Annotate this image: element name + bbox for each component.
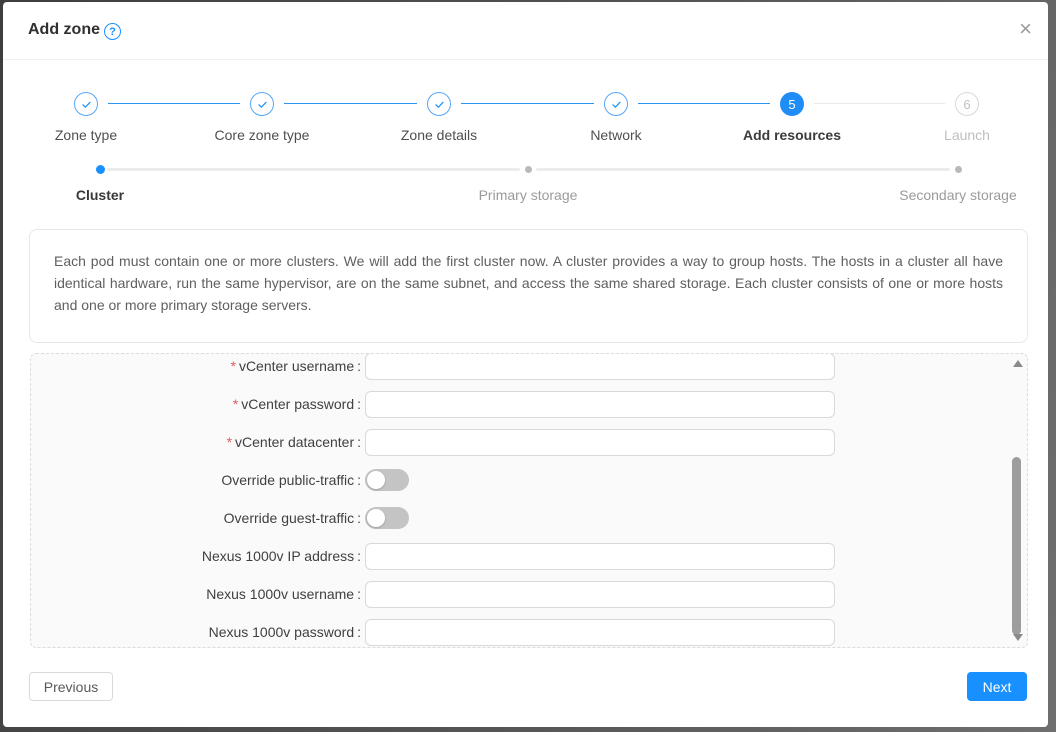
- step-check-icon: [74, 92, 98, 116]
- form-scrollbar[interactable]: [1011, 357, 1024, 644]
- field-label-text: Nexus 1000v username: [206, 586, 354, 602]
- substep-connector-line: [536, 168, 950, 171]
- label-colon: :: [357, 396, 361, 412]
- cluster-form-scroll-area: *vCenter username:*vCenter password:*vCe…: [30, 353, 1028, 648]
- field-label-nexus-1000v-password: Nexus 1000v password:: [31, 624, 361, 640]
- step-label: Zone type: [55, 127, 117, 143]
- field-label-text: Nexus 1000v IP address: [202, 548, 354, 564]
- nexus-1000v-username-input[interactable]: [365, 581, 835, 608]
- field-label-text: Nexus 1000v password: [209, 624, 355, 640]
- substep-dot-cluster: [96, 165, 105, 174]
- substep-dot-primary-storage: [525, 166, 532, 173]
- step-item-zone-type: Zone type: [6, 92, 166, 143]
- field-label-vcenter-datacenter: *vCenter datacenter:: [31, 434, 361, 450]
- step-check-icon: [427, 92, 451, 116]
- step-item-launch: 6 Launch: [887, 92, 1047, 143]
- step-item-add-resources: 5 Add resources: [712, 92, 872, 143]
- label-colon: :: [357, 510, 361, 526]
- required-mark: *: [230, 358, 235, 374]
- substep-label-secondary-storage: Secondary storage: [848, 187, 1056, 203]
- required-mark: *: [227, 434, 232, 450]
- form-row: Nexus 1000v password:: [31, 613, 1027, 648]
- form-row: Override public-traffic:: [31, 461, 1027, 499]
- form-row: *vCenter password:: [31, 385, 1027, 423]
- nexus-1000v-password-input[interactable]: [365, 619, 835, 646]
- next-button[interactable]: Next: [967, 672, 1027, 701]
- field-label-text: vCenter username: [239, 358, 354, 374]
- close-icon[interactable]: ×: [1019, 18, 1032, 40]
- step-number-badge: 6: [955, 92, 979, 116]
- field-label-nexus-1000v-username: Nexus 1000v username:: [31, 586, 361, 602]
- form-row: *vCenter username:: [31, 353, 1027, 385]
- step-check-icon: [604, 92, 628, 116]
- dimmed-background: Add zone ? × Zone type Core zone type Zone…: [0, 0, 1056, 732]
- step-number-badge: 5: [780, 92, 804, 116]
- step-label: Zone details: [401, 127, 477, 143]
- field-label-text: Override guest-traffic: [224, 510, 354, 526]
- form-row: Nexus 1000v IP address:: [31, 537, 1027, 575]
- required-mark: *: [233, 396, 238, 412]
- cluster-info-text: Each pod must contain one or more cluste…: [54, 250, 1003, 316]
- step-item-core-zone-type: Core zone type: [182, 92, 342, 143]
- step-item-network: Network: [536, 92, 696, 143]
- substep-label-cluster: Cluster: [0, 187, 210, 203]
- cluster-info-card: Each pod must contain one or more cluste…: [29, 229, 1028, 343]
- modal-header: Add zone ? ×: [3, 2, 1048, 60]
- step-label: Network: [590, 127, 641, 143]
- add-zone-modal: Add zone ? × Zone type Core zone type Zone…: [3, 2, 1048, 727]
- toggle-knob: [367, 471, 385, 489]
- form-row: *vCenter datacenter:: [31, 423, 1027, 461]
- field-label-nexus-1000v-ip-address: Nexus 1000v IP address:: [31, 548, 361, 564]
- modal-title: Add zone: [28, 21, 100, 39]
- field-label-override-guest-traffic: Override guest-traffic:: [31, 510, 361, 526]
- label-colon: :: [357, 548, 361, 564]
- scroll-up-arrow-icon[interactable]: [1013, 360, 1023, 367]
- step-label: Launch: [944, 127, 990, 143]
- scroll-down-arrow-icon[interactable]: [1013, 634, 1023, 641]
- step-check-icon: [250, 92, 274, 116]
- override-guest-traffic-toggle[interactable]: [365, 507, 409, 529]
- step-label: Add resources: [743, 127, 841, 143]
- scrollbar-thumb[interactable]: [1012, 457, 1021, 635]
- field-label-text: Override public-traffic: [221, 472, 354, 488]
- field-label-text: vCenter password: [241, 396, 354, 412]
- form-row: Override guest-traffic:: [31, 499, 1027, 537]
- substep-dot-secondary-storage: [955, 166, 962, 173]
- toggle-knob: [367, 509, 385, 527]
- field-label-vcenter-username: *vCenter username:: [31, 358, 361, 374]
- field-label-override-public-traffic: Override public-traffic:: [31, 472, 361, 488]
- label-colon: :: [357, 358, 361, 374]
- vcenter-username-input[interactable]: [365, 353, 835, 380]
- substep-connector-line: [107, 168, 520, 171]
- help-icon[interactable]: ?: [104, 23, 121, 40]
- label-colon: :: [357, 624, 361, 640]
- step-label: Core zone type: [215, 127, 310, 143]
- form-row: Nexus 1000v username:: [31, 575, 1027, 613]
- vcenter-datacenter-input[interactable]: [365, 429, 835, 456]
- substep-label-primary-storage: Primary storage: [418, 187, 638, 203]
- field-label-vcenter-password: *vCenter password:: [31, 396, 361, 412]
- step-item-zone-details: Zone details: [359, 92, 519, 143]
- label-colon: :: [357, 472, 361, 488]
- previous-button[interactable]: Previous: [29, 672, 113, 701]
- field-label-text: vCenter datacenter: [235, 434, 354, 450]
- override-public-traffic-toggle[interactable]: [365, 469, 409, 491]
- nexus-1000v-ip-address-input[interactable]: [365, 543, 835, 570]
- label-colon: :: [357, 434, 361, 450]
- label-colon: :: [357, 586, 361, 602]
- vcenter-password-input[interactable]: [365, 391, 835, 418]
